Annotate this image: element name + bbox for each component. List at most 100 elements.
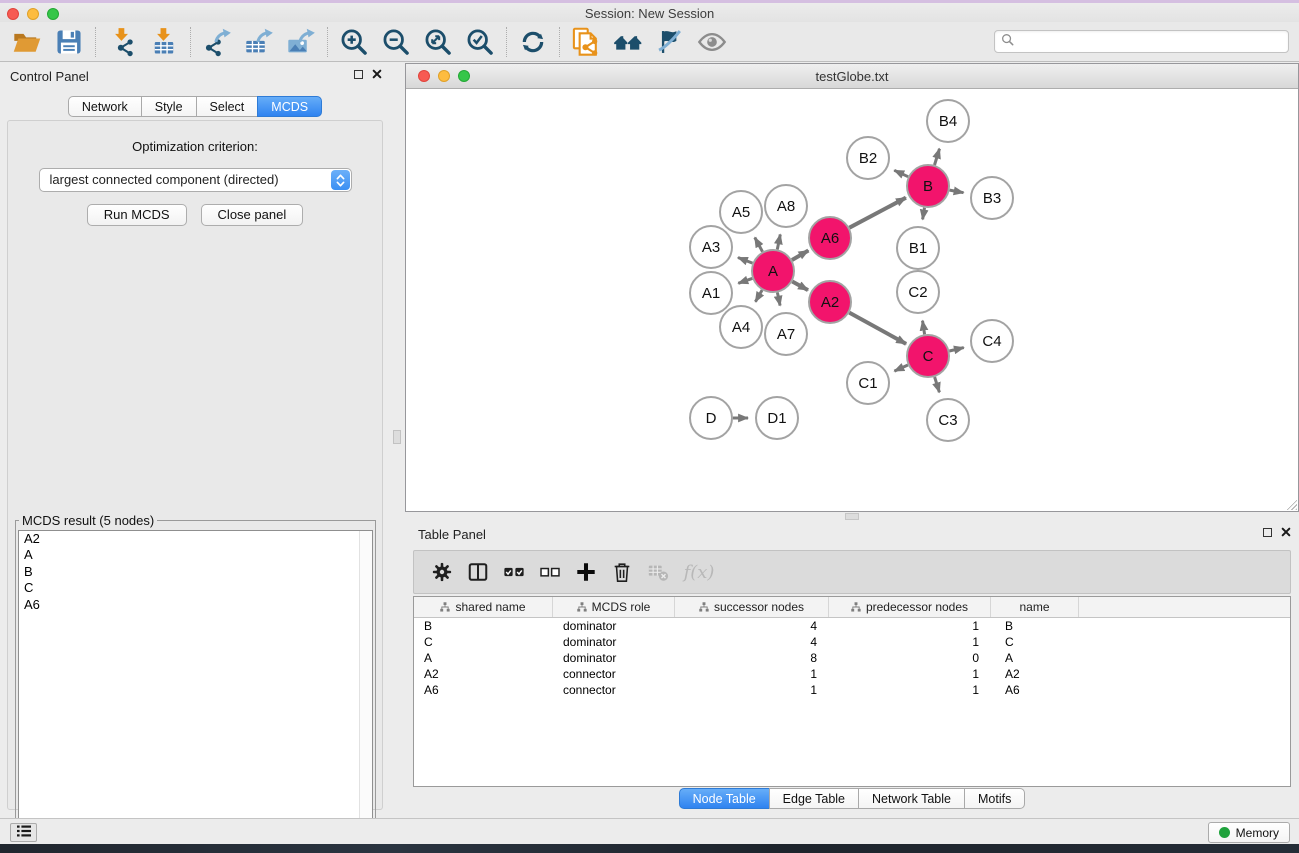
criterion-select[interactable]: largest connected component (directed) xyxy=(39,168,352,192)
graph-edge-C-C1 xyxy=(894,365,908,371)
tab-network-table[interactable]: Network Table xyxy=(858,788,965,809)
graph-node-B2[interactable]: B2 xyxy=(847,137,889,179)
table-cell: A6 xyxy=(414,683,553,697)
column-header-shared-name[interactable]: shared name xyxy=(414,597,553,617)
column-header-predecessor-nodes[interactable]: predecessor nodes xyxy=(829,597,991,617)
table-row[interactable]: A6connector11A6 xyxy=(414,682,1290,698)
refresh-icon[interactable] xyxy=(512,24,554,60)
graph-node-C4[interactable]: C4 xyxy=(971,320,1013,362)
close-panel-icon[interactable] xyxy=(372,69,382,79)
horizontal-splitter-grip[interactable] xyxy=(845,513,859,520)
select-all-icon[interactable] xyxy=(496,554,532,590)
tab-motifs[interactable]: Motifs xyxy=(964,788,1025,809)
export-network-icon[interactable] xyxy=(196,24,238,60)
gear-icon[interactable] xyxy=(424,554,460,590)
float-table-panel-icon[interactable] xyxy=(1263,528,1272,537)
delete-icon[interactable] xyxy=(604,554,640,590)
graph-node-A[interactable]: A xyxy=(752,250,794,292)
network-list-button[interactable] xyxy=(10,823,37,842)
vertical-splitter[interactable] xyxy=(390,62,405,818)
hide-details-icon[interactable] xyxy=(649,24,691,60)
graph-node-A2[interactable]: A2 xyxy=(809,281,851,323)
add-icon[interactable] xyxy=(568,554,604,590)
graph-edge-A6-B xyxy=(849,198,906,228)
table-row[interactable]: Cdominator41C xyxy=(414,634,1290,650)
search-input[interactable] xyxy=(1019,35,1282,49)
graph-node-C2[interactable]: C2 xyxy=(897,271,939,313)
graph-node-D1[interactable]: D1 xyxy=(756,397,798,439)
graph-node-C3[interactable]: C3 xyxy=(927,399,969,441)
tab-mcds[interactable]: MCDS xyxy=(257,96,322,117)
memory-button[interactable]: Memory xyxy=(1208,822,1290,843)
table-cell: B xyxy=(414,619,553,633)
zoom-out-icon[interactable] xyxy=(375,24,417,60)
columns-icon[interactable] xyxy=(460,554,496,590)
export-table-icon[interactable] xyxy=(238,24,280,60)
graph-node-A7[interactable]: A7 xyxy=(765,313,807,355)
tab-style[interactable]: Style xyxy=(141,96,197,117)
tree-icon xyxy=(577,602,587,612)
result-list-item[interactable]: C xyxy=(19,580,372,596)
tab-network[interactable]: Network xyxy=(68,96,142,117)
node-table: shared nameMCDS rolesuccessor nodesprede… xyxy=(413,596,1291,787)
result-list-item[interactable]: B xyxy=(19,564,372,580)
graph-edge-B-B4 xyxy=(935,149,940,165)
close-table-panel-icon[interactable] xyxy=(1281,527,1291,537)
open-session-icon[interactable] xyxy=(6,24,48,60)
graph-node-C[interactable]: C xyxy=(907,335,949,377)
table-panel: Table Panel f(x) shared nameMCDS rolesuc… xyxy=(405,520,1299,818)
graph-node-A1[interactable]: A1 xyxy=(690,272,732,314)
column-header-successor-nodes[interactable]: successor nodes xyxy=(675,597,829,617)
save-session-icon[interactable] xyxy=(48,24,90,60)
column-label: name xyxy=(1019,600,1049,614)
result-list-item[interactable]: A xyxy=(19,547,372,563)
graph-node-B4[interactable]: B4 xyxy=(927,100,969,142)
network-from-file-icon[interactable] xyxy=(565,24,607,60)
result-scrollbar[interactable] xyxy=(359,531,372,853)
table-cell: 1 xyxy=(829,683,991,697)
graph-node-A6[interactable]: A6 xyxy=(809,217,851,259)
import-network-icon[interactable] xyxy=(101,24,143,60)
graph-node-B3[interactable]: B3 xyxy=(971,177,1013,219)
column-header-MCDS-role[interactable]: MCDS role xyxy=(553,597,675,617)
splitter-grip[interactable] xyxy=(393,430,401,444)
search-field[interactable] xyxy=(994,30,1289,53)
table-row[interactable]: Bdominator41B xyxy=(414,618,1290,634)
home-layout-icon[interactable] xyxy=(607,24,649,60)
main-toolbar xyxy=(0,22,1299,62)
svg-text:B: B xyxy=(923,178,933,195)
graph-node-B1[interactable]: B1 xyxy=(897,227,939,269)
network-window-titlebar[interactable]: testGlobe.txt xyxy=(406,64,1298,89)
tab-node-table[interactable]: Node Table xyxy=(679,788,770,809)
table-cell: 8 xyxy=(675,651,829,665)
import-table-icon[interactable] xyxy=(143,24,185,60)
zoom-in-icon[interactable] xyxy=(333,24,375,60)
zoom-selected-icon[interactable] xyxy=(459,24,501,60)
tab-select[interactable]: Select xyxy=(196,96,259,117)
column-header-name[interactable]: name xyxy=(991,597,1079,617)
table-cell: B xyxy=(991,619,1079,633)
graph-node-D[interactable]: D xyxy=(690,397,732,439)
run-mcds-button[interactable]: Run MCDS xyxy=(87,204,187,226)
close-panel-button[interactable]: Close panel xyxy=(201,204,304,226)
graph-node-A5[interactable]: A5 xyxy=(720,191,762,233)
graph-node-A4[interactable]: A4 xyxy=(720,306,762,348)
graph-edge-A-A4 xyxy=(755,290,762,302)
graph-node-A8[interactable]: A8 xyxy=(765,185,807,227)
result-list-item[interactable]: A2 xyxy=(19,531,372,547)
graph-node-A3[interactable]: A3 xyxy=(690,226,732,268)
float-panel-icon[interactable] xyxy=(354,70,363,79)
graph-node-C1[interactable]: C1 xyxy=(847,362,889,404)
zoom-fit-icon[interactable] xyxy=(417,24,459,60)
deselect-all-icon[interactable] xyxy=(532,554,568,590)
export-image-icon[interactable] xyxy=(280,24,322,60)
tab-edge-table[interactable]: Edge Table xyxy=(769,788,859,809)
table-cell: connector xyxy=(553,667,675,681)
graph-node-B[interactable]: B xyxy=(907,165,949,207)
table-row[interactable]: A2connector11A2 xyxy=(414,666,1290,682)
show-details-icon[interactable] xyxy=(691,24,733,60)
result-list-item[interactable]: A6 xyxy=(19,597,372,613)
svg-text:A5: A5 xyxy=(732,204,750,221)
network-canvas[interactable]: B4 B2 B B3 A5 A8A6 B1 A3 A C2 A1 A2 A4A7 C4 C C1 C3 D D1 xyxy=(406,89,1298,511)
table-row[interactable]: Adominator80A xyxy=(414,650,1290,666)
